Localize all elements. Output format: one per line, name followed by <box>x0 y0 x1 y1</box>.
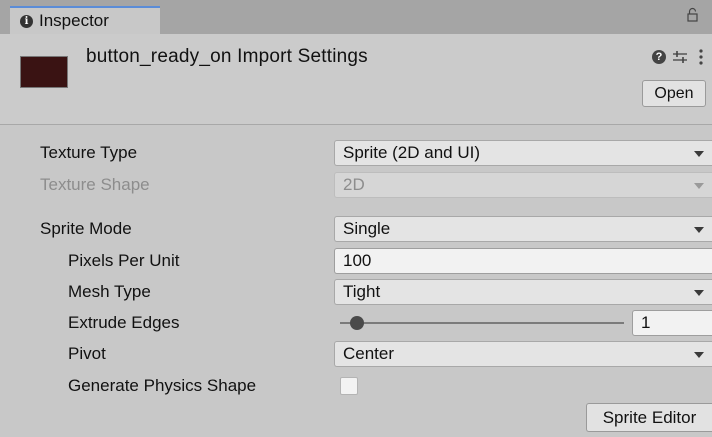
open-button[interactable]: Open <box>642 80 706 107</box>
chevron-down-icon <box>694 290 704 296</box>
pivot-label: Pivot <box>68 344 106 363</box>
import-properties: Texture Type Sprite (2D and UI) Texture … <box>0 124 712 437</box>
texture-type-value: Sprite (2D and UI) <box>343 143 480 162</box>
tab-inspector[interactable]: i Inspector <box>10 6 160 34</box>
tab-bar: i Inspector <box>0 0 712 34</box>
generate-physics-shape-checkbox[interactable] <box>340 377 358 395</box>
sprite-mode-label: Sprite Mode <box>40 219 132 238</box>
extrude-edges-row: Extrude Edges 1 <box>0 308 712 338</box>
pixels-per-unit-field[interactable]: 100 <box>334 248 712 274</box>
kebab-icon[interactable] <box>698 48 704 66</box>
help-icon[interactable]: ? <box>652 50 666 64</box>
header-icons: ? <box>652 48 712 68</box>
generate-physics-shape-row: Generate Physics Shape <box>0 371 712 401</box>
mesh-type-value: Tight <box>343 282 381 301</box>
extrude-edges-field[interactable]: 1 <box>632 310 712 336</box>
texture-thumbnail <box>20 56 68 88</box>
pixels-per-unit-row: Pixels Per Unit 100 <box>0 246 712 276</box>
generate-physics-shape-label: Generate Physics Shape <box>68 376 257 395</box>
texture-shape-label: Texture Shape <box>40 175 150 194</box>
sliders-icon[interactable] <box>672 49 688 65</box>
pivot-row: Pivot Center <box>0 339 712 369</box>
pivot-value: Center <box>343 344 395 363</box>
extrude-edges-label: Extrude Edges <box>68 313 180 332</box>
extrude-edges-slider-handle[interactable] <box>350 316 364 330</box>
chevron-down-icon <box>694 227 704 233</box>
sprite-mode-dropdown[interactable]: Single <box>334 216 712 242</box>
mesh-type-dropdown[interactable]: Tight <box>334 279 712 305</box>
chevron-down-icon <box>694 183 704 189</box>
sprite-mode-value: Single <box>343 219 391 238</box>
header-title: button_ready_on Import Settings <box>86 46 368 67</box>
sprite-mode-row: Sprite Mode Single <box>0 214 712 244</box>
info-icon: i <box>20 14 33 28</box>
pivot-dropdown[interactable]: Center <box>334 341 712 367</box>
chevron-down-icon <box>694 151 704 157</box>
texture-shape-dropdown: 2D <box>334 172 712 198</box>
texture-type-dropdown[interactable]: Sprite (2D and UI) <box>334 140 712 166</box>
tab-title: Inspector <box>39 11 109 30</box>
chevron-down-icon <box>694 352 704 358</box>
mesh-type-row: Mesh Type Tight <box>0 277 712 307</box>
texture-type-row: Texture Type Sprite (2D and UI) <box>0 138 712 168</box>
mesh-type-label: Mesh Type <box>68 282 151 301</box>
texture-shape-row: Texture Shape 2D <box>0 170 712 200</box>
pixels-per-unit-label: Pixels Per Unit <box>68 251 180 270</box>
sprite-editor-button[interactable]: Sprite Editor <box>586 403 712 432</box>
texture-type-label: Texture Type <box>40 143 138 162</box>
extrude-edges-slider-track[interactable] <box>340 322 624 324</box>
texture-shape-value: 2D <box>343 175 365 194</box>
import-settings-header: button_ready_on Import Settings ? Open <box>0 34 712 125</box>
lock-icon[interactable] <box>687 7 698 22</box>
extrude-edges-value: 1 <box>641 313 651 332</box>
pixels-per-unit-value: 100 <box>343 251 372 270</box>
